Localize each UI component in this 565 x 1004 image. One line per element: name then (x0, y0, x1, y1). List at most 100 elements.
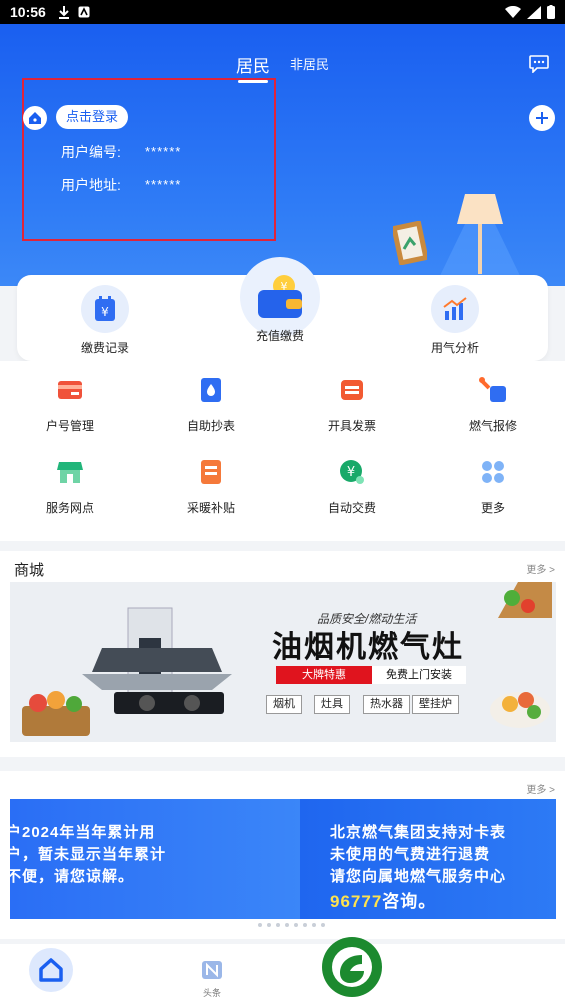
gas-company-logo[interactable] (322, 937, 382, 997)
carousel-dot (285, 923, 289, 927)
gas-analysis-label: 用气分析 (430, 341, 479, 355)
carousel-dot (276, 923, 280, 927)
user-address-label: 用户地址: (61, 177, 121, 193)
login-button[interactable]: 点击登录 (56, 105, 129, 129)
self-meter-reading-button[interactable]: 自助抄表 (161, 375, 261, 434)
payment-records-button[interactable]: ¥ 缴费记录 (55, 285, 155, 356)
promo-free-install-badge: 免费上门安装 (372, 666, 466, 684)
wallet-icon: ¥ (258, 275, 302, 318)
feature-grid: 户号管理 自助抄表 开具发票 燃气报修 服务网点 采暖补贴 ¥ 自动交费 更多 (0, 361, 565, 541)
auto-pay-button[interactable]: ¥ 自动交费 (302, 457, 402, 516)
news-left-line-1: 户2024年当年累计用 (10, 824, 156, 841)
news-slide-previous: 户2024年当年累计用 户，暂未显示当年累计 不便，请您谅解。 (10, 799, 302, 919)
range-hood-product-image (22, 607, 232, 736)
service-outlets-button[interactable]: 服务网点 (20, 457, 120, 516)
invoice-icon (337, 375, 367, 405)
battery-icon (547, 5, 555, 19)
promo-discount-badge: 大牌特惠 (276, 666, 372, 684)
gas-repair-button[interactable]: 燃气报修 (443, 375, 543, 434)
leaf-logo-icon (332, 947, 372, 987)
carousel-dot (321, 923, 325, 927)
svg-text:¥: ¥ (101, 305, 109, 319)
recharge-button[interactable]: ¥ (240, 257, 320, 337)
product-tag-water-heater: 热水器 (363, 695, 410, 714)
bottom-navigation: 头条 (0, 937, 565, 1004)
news-phone-line: 96777咨询。 (330, 887, 436, 912)
carousel-dots (258, 923, 325, 927)
mall-section: 商城 更多 > 品质安全/燃动生活 油烟机燃气灶 大牌特惠 免费上门安装 烟机 … (0, 551, 565, 757)
heating-subsidy-button[interactable]: 采暖补贴 (161, 457, 261, 516)
status-bar: 10:56 (0, 0, 565, 24)
nav-home-button[interactable] (29, 948, 73, 992)
news-phone-suffix: 咨询。 (382, 892, 437, 911)
invoice-button[interactable]: 开具发票 (302, 375, 402, 434)
tab-resident[interactable]: 居民 (236, 52, 270, 77)
news-more-link[interactable]: 更多 > (526, 781, 555, 796)
news-left-line-3: 不便，请您谅解。 (10, 868, 135, 885)
news-right-line-1: 北京燃气集团支持对卡表 (330, 824, 507, 841)
news-section: 更多 > 户2024年当年累计用 户，暂未显示当年累计 不便，请您谅解。 北京燃… (0, 771, 565, 939)
add-icon[interactable] (529, 105, 555, 131)
wifi-icon (505, 5, 521, 18)
banner-headline: 油烟机燃气灶 (272, 631, 464, 664)
repair-icon (478, 375, 508, 405)
bill-icon: ¥ (81, 285, 129, 333)
product-tag-boiler: 壁挂炉 (412, 695, 459, 714)
status-time: 10:56 (10, 4, 46, 20)
account-management-label: 户号管理 (45, 419, 94, 433)
card-icon (55, 375, 85, 405)
gas-repair-label: 燃气报修 (468, 419, 517, 433)
lamp-decoration (435, 194, 525, 286)
news-carousel[interactable]: 户2024年当年累计用 户，暂未显示当年累计 不便，请您谅解。 北京燃气集团支持… (10, 799, 556, 919)
invoice-label: 开具发票 (327, 419, 376, 433)
gas-analysis-button[interactable]: 用气分析 (405, 285, 505, 356)
service-outlets-label: 服务网点 (45, 501, 94, 515)
self-meter-reading-label: 自助抄表 (186, 419, 235, 433)
payment-records-label: 缴费记录 (80, 341, 129, 355)
user-address-row: 用户地址: ****** (61, 175, 180, 195)
headlines-icon (202, 961, 222, 979)
app-notification-icon (78, 6, 90, 18)
news-right-line-3: 请您向属地燃气服务中心 (330, 868, 507, 885)
store-icon (55, 457, 85, 487)
picture-frame-decoration (393, 221, 427, 265)
chart-icon (431, 285, 479, 333)
message-icon[interactable] (529, 55, 549, 73)
recharge-label: 充值缴费 (255, 329, 304, 343)
vegetable-basket-decoration (490, 582, 552, 728)
house-icon (23, 106, 47, 130)
product-tag-hood: 烟机 (266, 695, 302, 714)
user-address-value: ****** (145, 177, 182, 192)
meter-icon (196, 375, 226, 405)
mall-title: 商城 (14, 562, 45, 579)
carousel-dot (267, 923, 271, 927)
account-management-button[interactable]: 户号管理 (20, 375, 120, 434)
carousel-dot (303, 923, 307, 927)
news-right-line-2: 未使用的气费进行退费 (330, 846, 491, 863)
svg-text:¥: ¥ (347, 465, 355, 480)
user-number-label: 用户编号: (61, 144, 121, 160)
nav-headlines-label: 头条 (202, 988, 221, 998)
header: 居民 非居民 点击登录 用户编号: ****** 用户地址: ****** (0, 24, 565, 286)
user-number-row: 用户编号: ****** (61, 142, 180, 162)
tab-non-resident[interactable]: 非居民 (290, 54, 329, 73)
carousel-dot (258, 923, 262, 927)
product-tag-stove: 灶具 (314, 695, 350, 714)
signal-icon (527, 5, 541, 19)
more-services-button[interactable]: 更多 (443, 457, 543, 516)
user-number-value: ****** (145, 144, 182, 159)
download-icon (58, 6, 69, 19)
auto-pay-label: 自动交费 (327, 501, 376, 515)
carousel-dot (312, 923, 316, 927)
home-icon (39, 958, 63, 982)
carousel-dot (294, 923, 298, 927)
more-services-label: 更多 (480, 501, 505, 515)
subsidy-icon (196, 457, 226, 487)
news-slide-current: 北京燃气集团支持对卡表 未使用的气费进行退费 请您向属地燃气服务中心 96777… (300, 799, 556, 919)
news-phone-number: 96777 (330, 892, 383, 911)
nav-headlines-button[interactable]: 头条 (200, 960, 224, 999)
mall-banner[interactable]: 品质安全/燃动生活 油烟机燃气灶 大牌特惠 免费上门安装 烟机 灶具 热水器 壁… (10, 582, 556, 742)
more-grid-icon (478, 457, 508, 487)
mall-more-link[interactable]: 更多 > (526, 561, 555, 576)
auto-pay-icon: ¥ (337, 457, 367, 487)
